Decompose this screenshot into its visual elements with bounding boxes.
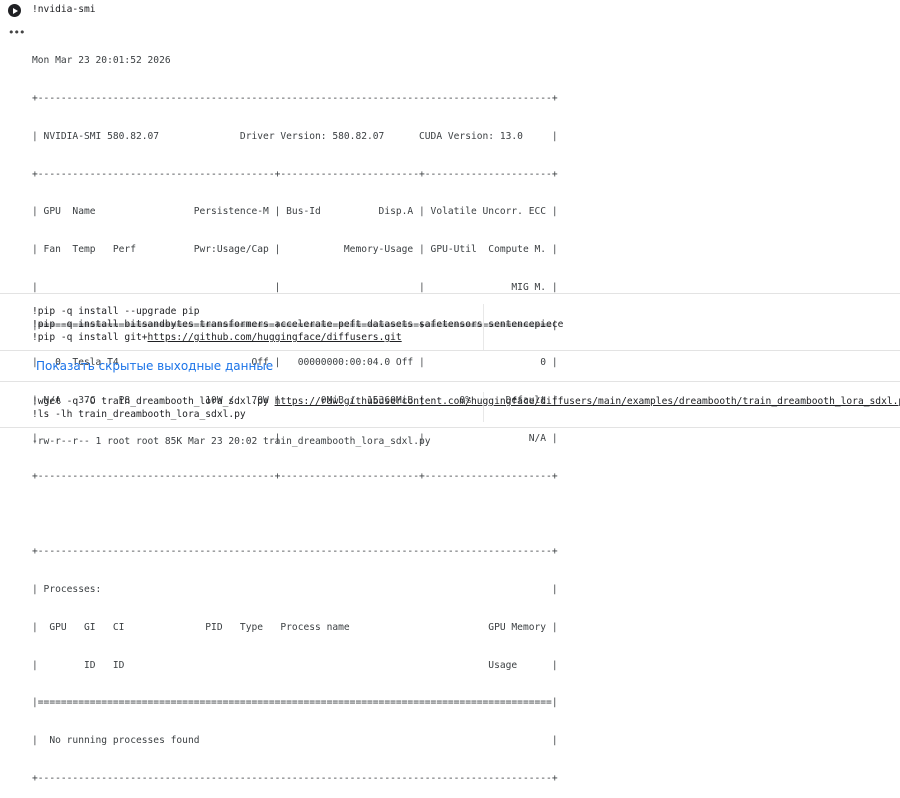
output-line: | NVIDIA-SMI 580.82.07 Driver Version: 5…	[32, 130, 558, 142]
code-line[interactable]: !pip -q install --upgrade pip	[32, 306, 200, 319]
cell-divider	[0, 293, 900, 294]
output-line: +---------------------------------------…	[32, 773, 558, 785]
output-line: | No running processes found |	[32, 735, 558, 747]
output-line: | ID ID Usage |	[32, 659, 558, 671]
output-line: ​	[32, 509, 558, 522]
code-text: !pip -q install git+	[32, 332, 148, 343]
cell-divider	[0, 350, 900, 351]
cell-divider	[0, 427, 900, 428]
output-line: +---------------------------------------…	[32, 92, 558, 104]
code-line[interactable]: !wget -q -O train_dreambooth_lora_sdxl.p…	[32, 396, 900, 409]
output-line: | Processes: |	[32, 584, 558, 596]
train-script-url-link[interactable]: https://raw.githubusercontent.com/huggin…	[275, 396, 900, 407]
code-line[interactable]: !ls -lh train_dreambooth_lora_sdxl.py	[32, 409, 246, 422]
show-hidden-output-link[interactable]: Показать скрытые выходные данные	[36, 358, 273, 374]
output-line: | Fan Temp Perf Pwr:Usage/Cap | Memory-U…	[32, 244, 558, 256]
code-line[interactable]: !pip -q install git+https://github.com/h…	[32, 332, 402, 345]
code-text: !wget -q -O train_dreambooth_lora_sdxl.p…	[32, 396, 275, 407]
output-line: +---------------------------------------…	[32, 168, 558, 180]
more-horiz-icon[interactable]: •••	[8, 27, 25, 38]
ls-output: -rw-r--r-- 1 root root 85K Mar 23 20:02 …	[32, 436, 431, 447]
output-line: | GPU GI CI PID Type Process name GPU Me…	[32, 621, 558, 633]
cell-code-nvidia-smi[interactable]: !nvidia-smi	[32, 4, 96, 17]
diffusers-git-link[interactable]: https://github.com/huggingface/diffusers…	[148, 332, 402, 343]
output-line: | GPU Name Persistence-M | Bus-Id Disp.A…	[32, 206, 558, 218]
output-line: +---------------------------------------…	[32, 470, 558, 482]
run-cell-button[interactable]	[8, 4, 21, 17]
output-line: |=======================================…	[32, 697, 558, 709]
output-line: Mon Mar 23 20:01:52 2026	[32, 55, 171, 67]
cell-divider	[0, 381, 900, 382]
output-line: +---------------------------------------…	[32, 546, 558, 558]
code-line[interactable]: !pip -q install bitsandbytes transformer…	[32, 319, 563, 332]
